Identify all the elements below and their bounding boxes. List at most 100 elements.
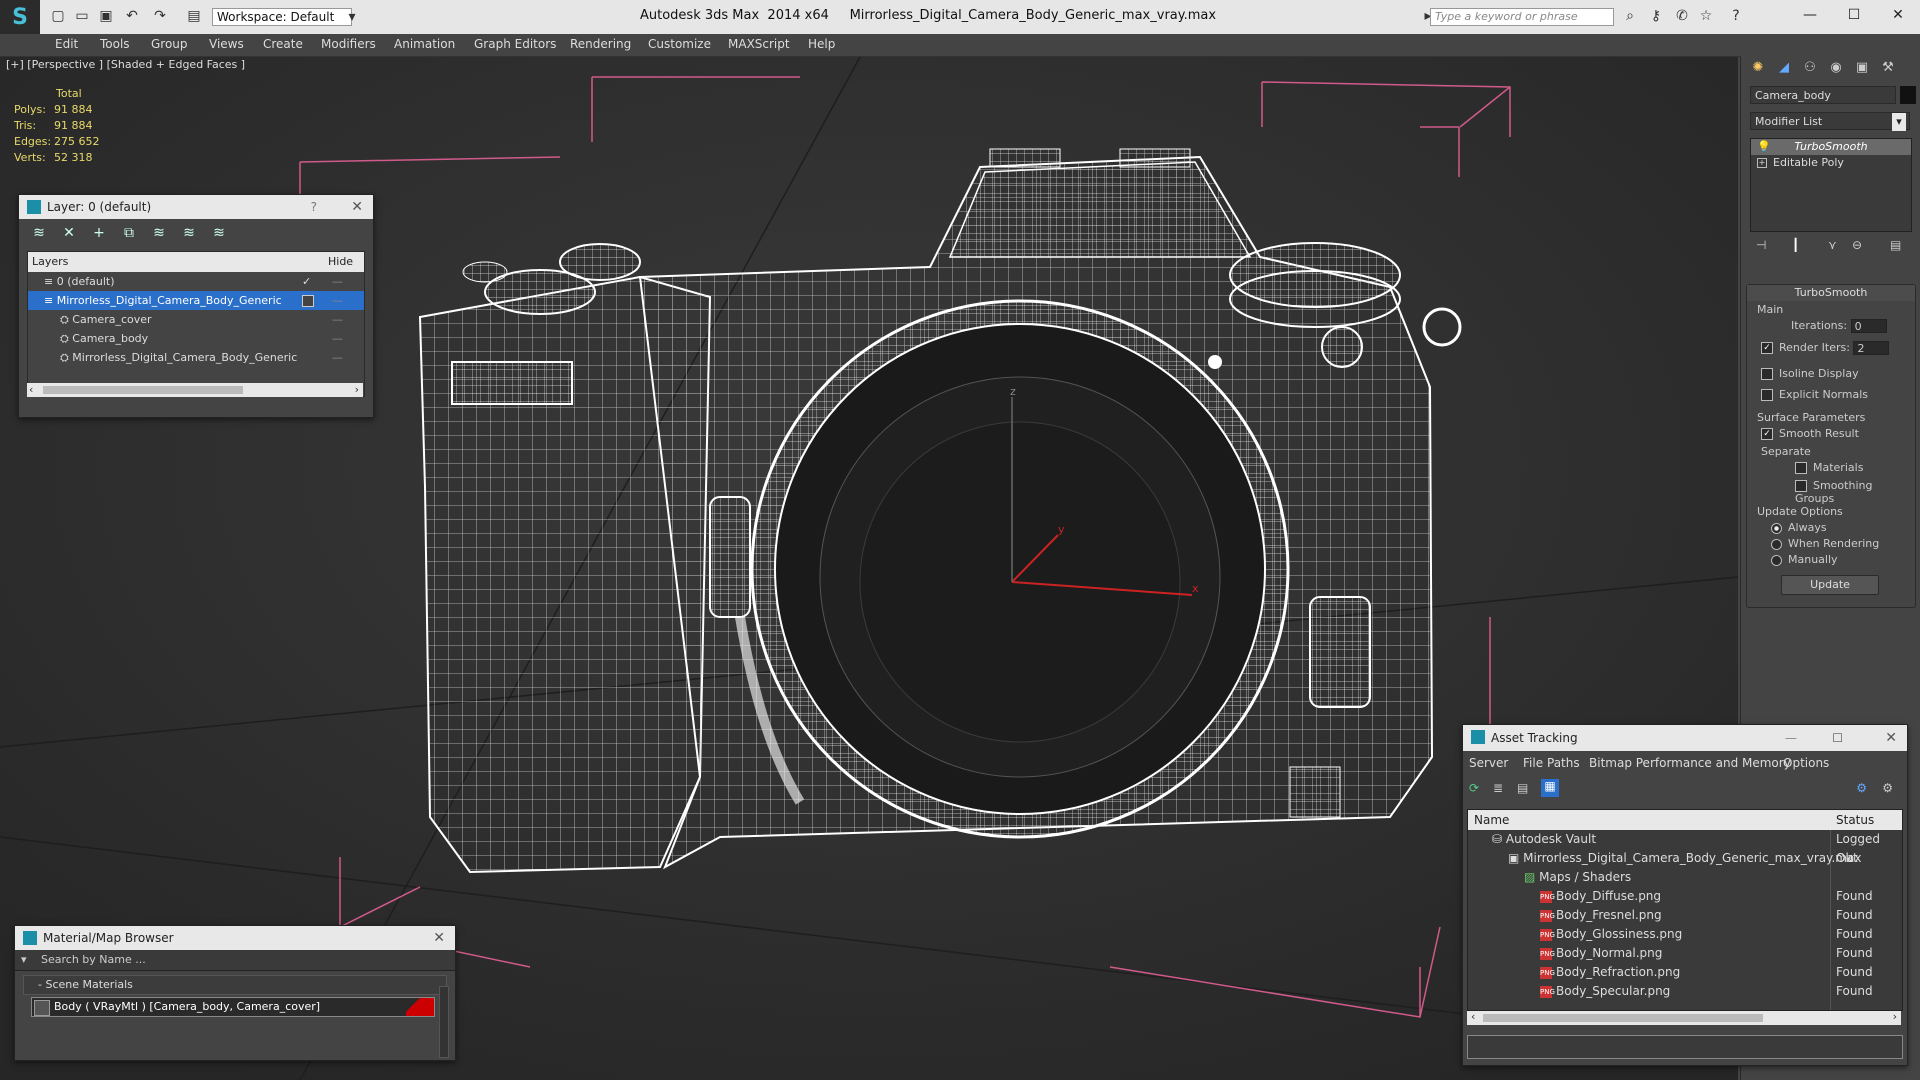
when-rendering-radio[interactable] — [1771, 538, 1782, 550]
menu-graph-editors[interactable]: Graph Editors — [474, 37, 556, 51]
asset-path-field[interactable] — [1467, 1035, 1903, 1059]
key-icon[interactable]: ⚷ — [1646, 6, 1666, 26]
hide-column-header[interactable]: Hide — [328, 252, 353, 272]
asset-row[interactable]: ⛁ Autodesk Vault Logged Out — [1468, 830, 1902, 865]
create-layer-icon[interactable]: ≋ — [29, 223, 49, 243]
create-tab-icon[interactable]: ✺ — [1745, 56, 1771, 78]
make-unique-icon[interactable]: ⋎ — [1828, 238, 1837, 252]
settings-icon[interactable]: ⚙ — [1882, 781, 1893, 795]
select-objects-icon[interactable]: ⧉ — [119, 223, 139, 243]
turbosmooth-rollout-title[interactable]: TurboSmooth — [1747, 285, 1915, 301]
project-folder-icon[interactable]: ▤ — [184, 6, 204, 26]
motion-tab-icon[interactable]: ◉ — [1823, 56, 1849, 78]
close-icon[interactable]: ✕ — [1885, 725, 1897, 751]
scrollbar-thumb[interactable] — [43, 386, 243, 394]
menu-animation[interactable]: Animation — [394, 37, 455, 51]
tree-view-icon[interactable]: ▤ — [1517, 781, 1528, 795]
layer-row[interactable]: ≡ 0 (default) ✓ — — [28, 272, 364, 291]
highlight-layer-icon[interactable]: ≋ — [149, 223, 169, 243]
lightbulb-icon[interactable]: 💡 — [1757, 139, 1771, 155]
layers-column-header[interactable]: Layers — [32, 252, 68, 272]
render-iters-spinner[interactable]: 2 — [1853, 341, 1890, 355]
search-input[interactable]: Type a keyword or phrase — [1430, 8, 1614, 26]
modifier-stack-item-editable-poly[interactable]: + Editable Poly — [1751, 155, 1911, 171]
scroll-left-icon[interactable]: ‹ — [29, 383, 33, 396]
app-logo-icon[interactable]: S — [0, 0, 40, 34]
layer-dialog-title-bar[interactable]: Layer: 0 (default) ? ✕ — [19, 195, 373, 219]
iterations-spinner[interactable]: 0 — [1850, 319, 1887, 333]
list-view-icon[interactable]: ≣ — [1493, 781, 1503, 795]
workspace-dropdown[interactable]: Workspace: Default — [212, 8, 352, 26]
refresh-icon[interactable]: ⟳ — [1469, 781, 1479, 795]
hide-toggle[interactable]: — — [332, 348, 343, 367]
show-end-result-icon[interactable]: ┃ — [1792, 238, 1799, 252]
layer-row-selected[interactable]: ≡ Mirrorless_Digital_Camera_Body_Generic… — [28, 291, 364, 310]
expand-icon[interactable]: + — [1757, 158, 1767, 168]
hide-toggle[interactable]: — — [332, 329, 343, 348]
utilities-tab-icon[interactable]: ⚒ — [1875, 56, 1901, 78]
undo-icon[interactable]: ↶ — [122, 6, 142, 26]
delete-layer-icon[interactable]: ✕ — [59, 223, 79, 243]
set-active-checkbox[interactable] — [302, 295, 314, 307]
new-file-icon[interactable]: ▢ — [48, 6, 68, 26]
hide-all-icon[interactable]: ≋ — [179, 223, 199, 243]
render-iters-checkbox[interactable]: ✓ — [1761, 342, 1773, 354]
material-item[interactable]: Body ( VRayMtl ) [Camera_body, Camera_co… — [31, 997, 435, 1017]
object-name-field[interactable]: Camera_body — [1750, 86, 1896, 104]
asset-tracking-title-bar[interactable]: Asset Tracking — ☐ ✕ — [1463, 725, 1907, 751]
pin-stack-icon[interactable]: ⊣ — [1756, 238, 1766, 252]
asset-menu-options[interactable]: Options — [1783, 756, 1829, 770]
menu-edit[interactable]: Edit — [55, 37, 78, 51]
minimize-button[interactable]: — — [1790, 3, 1830, 27]
name-column-header[interactable]: Name — [1474, 810, 1509, 830]
minimize-icon[interactable]: — — [1785, 725, 1797, 751]
scrollbar-thumb[interactable] — [1483, 1014, 1763, 1022]
asset-row[interactable]: ▨ Maps / Shaders — [1468, 868, 1902, 887]
scene-materials-group[interactable]: - Scene Materials — [23, 975, 447, 995]
menu-create[interactable]: Create — [263, 37, 303, 51]
menu-customize[interactable]: Customize — [648, 37, 711, 51]
hierarchy-tab-icon[interactable]: ⚇ — [1797, 56, 1823, 78]
close-icon[interactable]: ✕ — [433, 926, 445, 950]
open-file-icon[interactable]: ▭ — [72, 6, 92, 26]
modify-tab-icon[interactable]: ◢ — [1771, 56, 1797, 78]
table-view-icon[interactable]: ▦ — [1541, 779, 1559, 797]
menu-rendering[interactable]: Rendering — [570, 37, 631, 51]
asset-row[interactable]: ▣ Mirrorless_Digital_Camera_Body_Generic… — [1468, 849, 1902, 868]
asset-row[interactable]: PNGBody_Refraction.png Found — [1468, 963, 1902, 982]
scroll-right-icon[interactable]: › — [355, 383, 359, 396]
remove-modifier-icon[interactable]: ⊖ — [1852, 238, 1862, 252]
layer-object-row[interactable]: ⛭ Mirrorless_Digital_Camera_Body_Generic… — [28, 348, 364, 367]
filter-dropdown-icon[interactable]: ▾ — [21, 950, 27, 970]
freeze-all-icon[interactable]: ≋ — [209, 223, 229, 243]
help-icon[interactable]: ? — [1726, 6, 1746, 26]
menu-help[interactable]: Help — [808, 37, 835, 51]
vault-connect-icon[interactable]: ⚙ — [1856, 781, 1867, 795]
scroll-right-icon[interactable]: › — [1893, 1010, 1897, 1023]
hide-toggle[interactable]: — — [332, 291, 343, 310]
asset-row[interactable]: PNGBody_Glossiness.png Found — [1468, 925, 1902, 944]
asset-row[interactable]: PNGBody_Normal.png Found — [1468, 944, 1902, 963]
material-list-scrollbar[interactable] — [439, 986, 449, 1058]
asset-menu-server[interactable]: Server — [1469, 756, 1508, 770]
material-search-input[interactable]: ▾ Search by Name ... — [15, 950, 455, 971]
materials-checkbox[interactable] — [1795, 462, 1807, 474]
active-checkmark-icon[interactable]: ✓ — [302, 272, 311, 291]
status-column-header[interactable]: Status — [1836, 810, 1874, 830]
asset-menu-file[interactable]: File — [1523, 756, 1543, 770]
always-radio[interactable] — [1771, 522, 1782, 534]
hide-toggle[interactable]: — — [332, 272, 343, 291]
asset-horizontal-scrollbar[interactable]: ‹ › — [1467, 1010, 1901, 1025]
asset-row[interactable]: PNGBody_Diffuse.png Found — [1468, 887, 1902, 906]
smoothing-groups-checkbox[interactable] — [1795, 480, 1807, 492]
help-icon[interactable]: ? — [311, 195, 317, 219]
modifier-stack-item-turbosmooth[interactable]: 💡 TurboSmooth — [1751, 139, 1911, 155]
isoline-checkbox[interactable] — [1761, 368, 1773, 380]
asset-menu-paths[interactable]: Paths — [1547, 756, 1580, 770]
display-tab-icon[interactable]: ▣ — [1849, 56, 1875, 78]
save-file-icon[interactable]: ▣ — [96, 6, 116, 26]
update-button[interactable]: Update — [1781, 575, 1879, 595]
menu-tools[interactable]: Tools — [100, 37, 130, 51]
chevron-down-icon[interactable]: ▾ — [342, 7, 362, 27]
maximize-icon[interactable]: ☐ — [1832, 725, 1843, 751]
